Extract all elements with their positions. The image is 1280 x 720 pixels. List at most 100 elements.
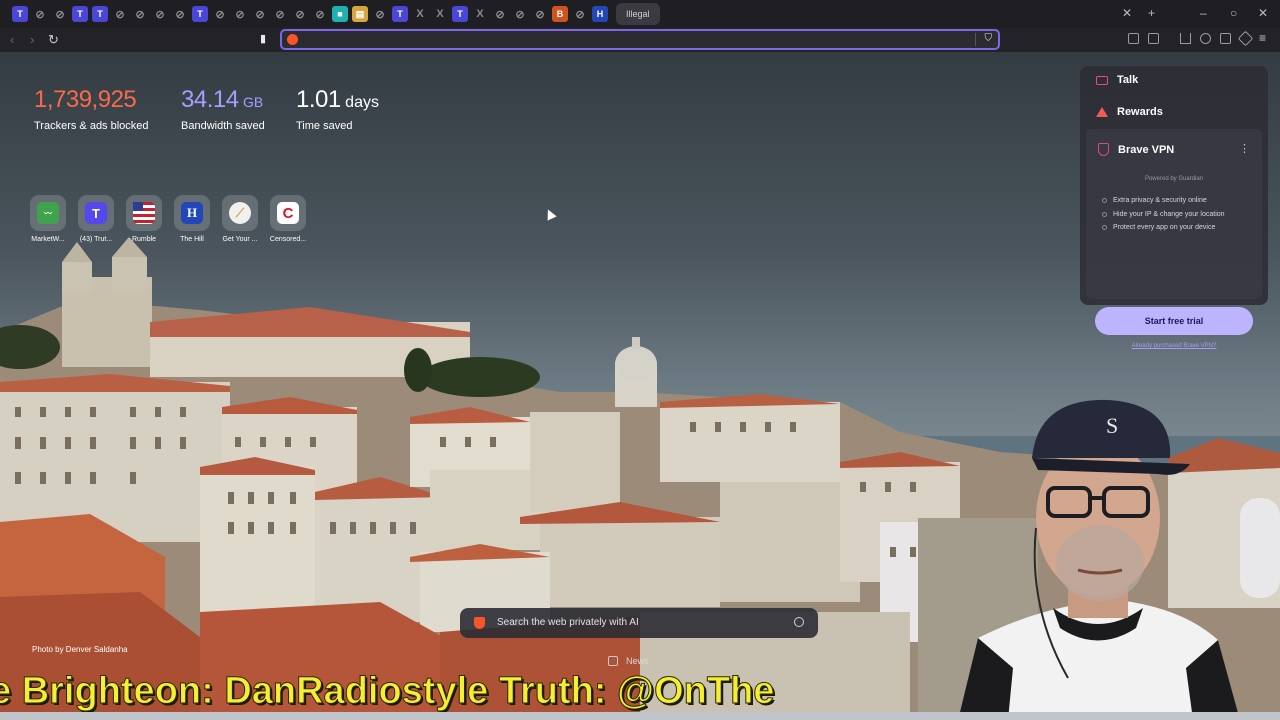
vpn-shield-icon [1098,143,1109,156]
minimize-icon[interactable]: – [1200,6,1207,20]
active-tab-title: Illegal [626,9,650,19]
tab-x-icon[interactable]: X [472,6,488,22]
rewards-widget[interactable]: Rewards [1096,106,1163,118]
active-tab[interactable]: Illegal [616,3,660,25]
talk-widget[interactable]: Talk [1096,74,1138,86]
tab-globe-icon[interactable]: ⊘ [292,6,308,22]
tab-globe-icon[interactable]: ⊘ [372,6,388,22]
forward-icon[interactable]: › [30,32,34,47]
brave-shield-icon[interactable] [287,34,298,45]
tab-globe-icon[interactable]: ⊘ [52,6,68,22]
already-purchased-link[interactable]: Already purchased Brave VPN? [1086,343,1262,349]
search-icon[interactable] [794,617,804,627]
tab-square-icon[interactable]: ■ [332,6,348,22]
bandwidth-label: Bandwidth saved [181,120,265,132]
address-bar[interactable]: ⛉ [280,29,1000,50]
tab-globe-icon[interactable]: ⊘ [32,6,48,22]
close-window-icon[interactable]: ✕ [1258,6,1268,20]
feature-bullet-icon [1102,212,1107,217]
shortcut-the-hill[interactable]: H The Hill [168,195,216,243]
shields-icon[interactable]: ⛉ [985,33,993,44]
tab-doc-icon[interactable]: ▤ [352,6,368,22]
close-tab-icon[interactable]: ✕ [1122,6,1132,20]
menu-icon[interactable]: ≡ [1259,31,1266,45]
tab-search-icon[interactable] [1148,33,1159,44]
tab-globe-icon[interactable]: ⊘ [212,6,228,22]
get-your-icon: ⟋ [229,202,251,224]
tab-globe-icon[interactable]: ⊘ [232,6,248,22]
shortcut-marketwatch[interactable]: 〰 MarketW... [24,195,72,243]
shortcut-tile: H [174,195,210,231]
shortcut-label: MarketW... [31,236,65,243]
tab-x-icon[interactable]: X [432,6,448,22]
top-sites: 〰 MarketW... T (43) Trut... Rumble H The… [24,195,312,243]
shortcut-tile: ⟋ [222,195,258,231]
reading-list-icon[interactable] [1220,33,1231,44]
tab-h-icon[interactable]: H [592,6,608,22]
shortcut-label: The Hill [180,236,204,243]
tab-globe-icon[interactable]: ⊘ [492,6,508,22]
widget-panel: Talk Rewards Brave VPN ⋮ Powered by Guar… [1080,66,1268,349]
vpn-feature: Protect every app on your device [1102,224,1215,231]
tab-t-icon[interactable]: T [92,6,108,22]
time-label: Time saved [296,120,353,132]
tab-globe-icon[interactable]: ⊘ [272,6,288,22]
vpn-feature-text: Protect every app on your device [1113,224,1216,231]
tab-t-icon[interactable]: T [12,6,28,22]
back-icon[interactable]: ‹ [10,32,14,47]
tab-globe-icon[interactable]: ⊘ [132,6,148,22]
more-options-icon[interactable]: ⋮ [1239,142,1250,155]
sidebar-icon[interactable] [1128,33,1139,44]
tab-t-icon[interactable]: T [192,6,208,22]
truth-social-icon: T [85,202,107,224]
webcam-overlay: S [918,378,1280,720]
shortcut-tile: T [78,195,114,231]
tab-t-icon[interactable]: T [72,6,88,22]
search-box[interactable]: Search the web privately with AI [460,608,818,638]
media-icon[interactable] [1200,33,1211,44]
maximize-icon[interactable]: ○ [1230,6,1237,20]
download-icon[interactable] [1180,33,1191,44]
urlbar-divider [975,33,976,46]
powered-by: Powered by Guardian [1144,176,1204,182]
shortcut-truth-social[interactable]: T (43) Trut... [72,195,120,243]
talk-label: Talk [1117,74,1139,86]
shortcut-get-your[interactable]: ⟋ Get Your ... [216,195,264,243]
toolbar: ‹ › ↻ ▮ ⛉ ≡ [0,28,1280,52]
trackers-label: Trackers & ads blocked [34,120,149,132]
extensions-icon[interactable] [1237,30,1254,47]
trackers-value: 1,739,925 [34,86,137,113]
shortcut-rumble[interactable]: Rumble [120,195,168,243]
time-value: 1.01 [296,86,341,113]
news-icon [608,656,618,666]
tab-globe-icon[interactable]: ⊘ [532,6,548,22]
reload-icon[interactable]: ↻ [48,32,59,48]
scrolling-ticker: e Brighteon: DanRadiostyle Truth: @OnThe [0,668,940,713]
shortcut-label: (43) Trut... [79,236,113,243]
tab-globe-icon[interactable]: ⊘ [572,6,588,22]
tab-t-icon[interactable]: T [452,6,468,22]
rumble-flag-icon [133,202,155,224]
tab-strip: T ⊘ ⊘ T T ⊘ ⊘ ⊘ ⊘ T ⊘ ⊘ ⊘ ⊘ ⊘ ⊘ ■ ▤ ⊘ T X X T X ⊘ ⊘ ⊘ B ⊘ H Illegal ✕… [0,0,1280,28]
tab-globe-icon[interactable]: ⊘ [152,6,168,22]
vpn-feature-text: Hide your IP & change your location [1113,211,1225,218]
start-free-trial-button[interactable]: Start free trial [1095,307,1253,335]
bandwidth-unit: GB [243,94,264,110]
photo-credit: Photo by Denver Saldanha [32,645,128,654]
tab-t-icon[interactable]: T [392,6,408,22]
bookmark-icon[interactable]: ▮ [260,32,266,45]
tab-globe-icon[interactable]: ⊘ [512,6,528,22]
tab-globe-icon[interactable]: ⊘ [312,6,328,22]
vpn-card: Brave VPN ⋮ Powered by Guardian Extra pr… [1086,129,1262,349]
shortcut-censored[interactable]: C Censored... [264,195,312,243]
tab-globe-icon[interactable]: ⊘ [112,6,128,22]
tab-b-icon[interactable]: B [552,6,568,22]
stat-time: 1.01 days Time saved [296,86,379,132]
ticker-text: e Brighteon: DanRadiostyle Truth: @OnThe [0,670,775,713]
tab-globe-icon[interactable]: ⊘ [252,6,268,22]
tab-x-icon[interactable]: X [412,6,428,22]
bandwidth-figure: 34.14 GB [181,86,265,114]
tab-globe-icon[interactable]: ⊘ [172,6,188,22]
vpn-feature: Hide your IP & change your location [1102,211,1225,218]
new-tab-icon[interactable]: + [1148,6,1155,20]
